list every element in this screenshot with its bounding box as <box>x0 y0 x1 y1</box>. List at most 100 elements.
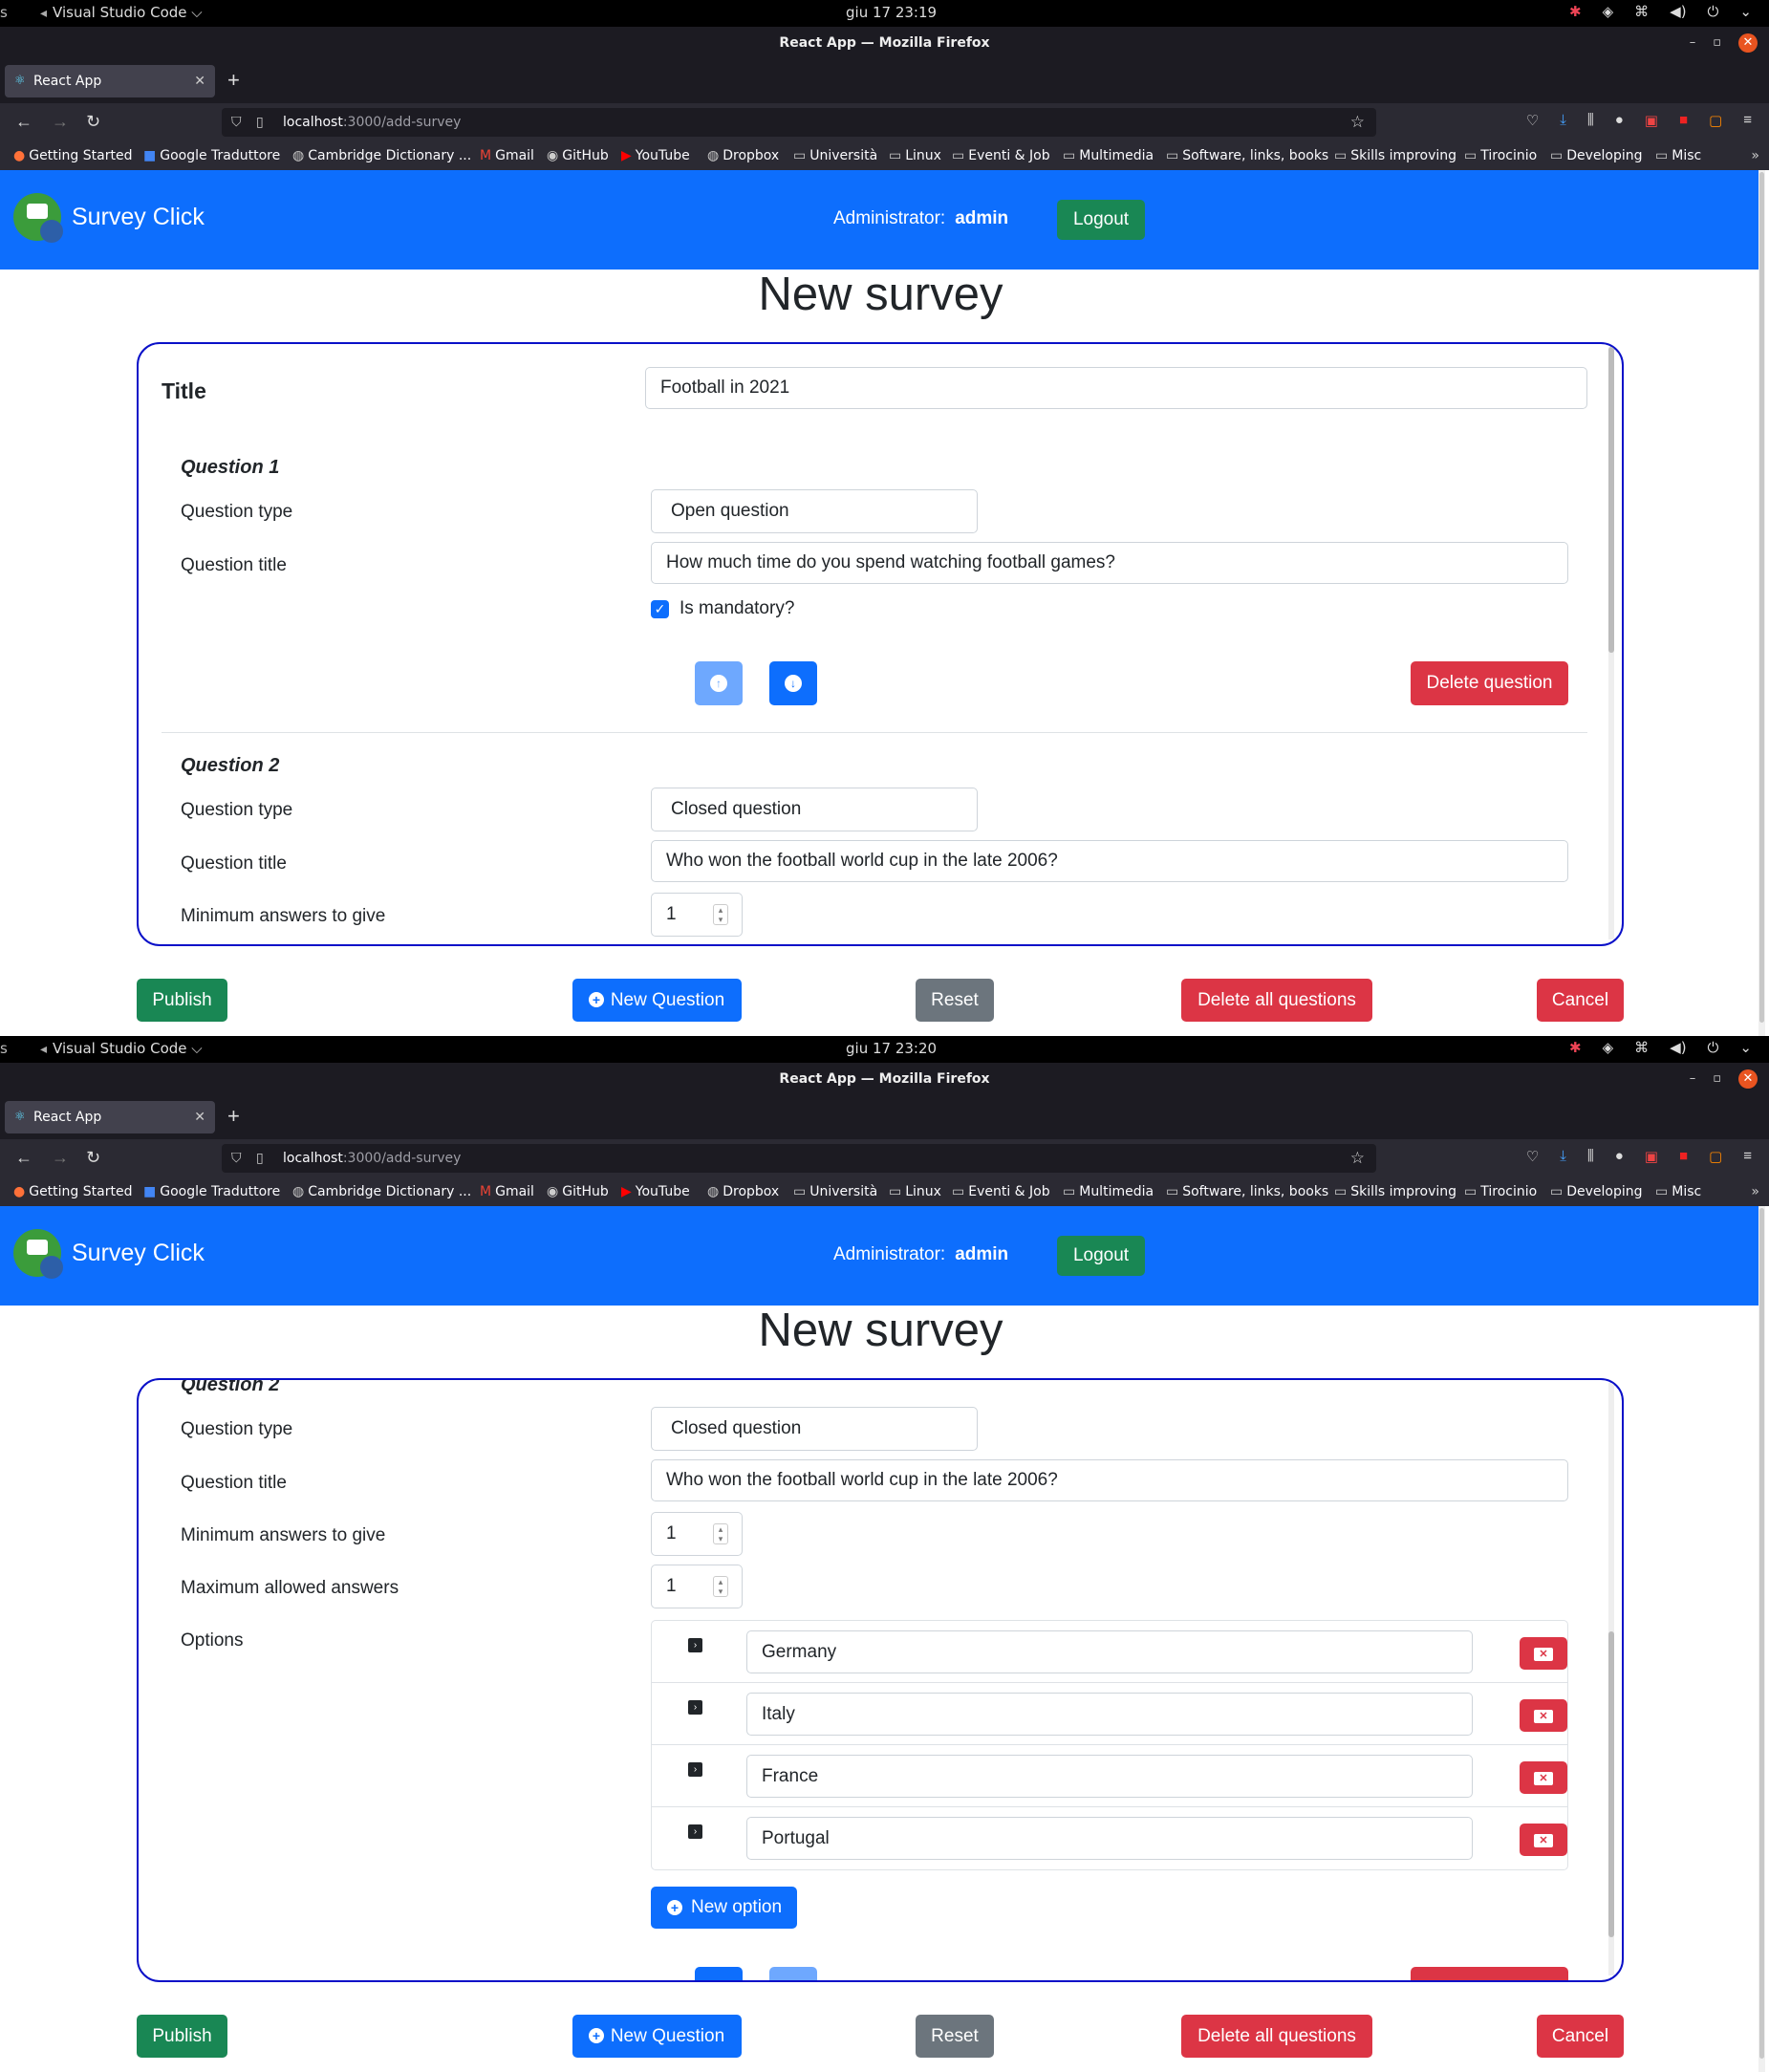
bookmark-folder[interactable]: ▭ Multimedia <box>1063 1177 1154 1206</box>
bookmark-folder[interactable]: ▭ Developing <box>1550 141 1643 170</box>
extension-icon[interactable]: ▣ <box>1645 112 1658 129</box>
bookmark-folder[interactable]: ▭ Misc <box>1655 1177 1701 1206</box>
move-down-button[interactable] <box>769 1967 817 1980</box>
bookmark-star-icon[interactable]: ☆ <box>1350 108 1365 137</box>
brand-name[interactable]: Survey Click <box>72 204 205 231</box>
url-bar[interactable]: ⛉ ▯ localhost:3000/add-survey ☆ <box>222 1144 1376 1173</box>
bookmark-folder[interactable]: ▭ Software, links, books <box>1166 141 1328 170</box>
new-tab-icon[interactable]: + <box>227 1105 240 1128</box>
bookmark-folder[interactable]: ▭ Eventi & Job <box>952 1177 1050 1206</box>
bookmark-item[interactable]: ◍ Dropbox <box>707 1177 779 1206</box>
bookmark-item[interactable]: ■ Google Traduttore <box>143 141 280 170</box>
bookmark-item[interactable]: ▶ YouTube <box>621 1177 690 1206</box>
card-scrollbar-thumb[interactable] <box>1608 1631 1614 1937</box>
bookmark-folder[interactable]: ▭ Software, links, books <box>1166 1177 1328 1206</box>
reset-button[interactable]: Reset <box>916 2015 994 2058</box>
restore-icon[interactable]: ▫ <box>1713 1069 1721 1089</box>
survey-title-input[interactable]: Football in 2021 <box>645 367 1587 409</box>
system-tray[interactable]: ✱ ◈ ⌘ ◀) ⏻ ⌄ <box>1569 1039 1752 1056</box>
logout-button[interactable]: Logout <box>1057 1236 1145 1276</box>
chevron-down-icon[interactable]: ⌄ <box>1739 3 1752 20</box>
logout-button[interactable]: Logout <box>1057 200 1145 240</box>
volume-icon[interactable]: ◀) <box>1670 1039 1686 1056</box>
q2-max-input[interactable]: 1 ▴ ▾ <box>651 1565 743 1608</box>
bookmark-folder[interactable]: ▭ Tirocinio <box>1464 141 1537 170</box>
bookmark-item[interactable]: ● Getting Started <box>13 141 132 170</box>
q2-min-input[interactable]: 1 ▴ ▾ <box>651 893 743 937</box>
bookmarks-overflow-icon[interactable]: » <box>1751 1177 1759 1206</box>
option-input[interactable]: Portugal <box>746 1817 1473 1860</box>
bookmark-item[interactable]: ◉ GitHub <box>547 1177 609 1206</box>
bookmark-item[interactable]: ■ Google Traduttore <box>143 1177 280 1206</box>
bookmark-item[interactable]: M Gmail <box>480 1177 534 1206</box>
pocket-icon[interactable]: ♡ <box>1526 1148 1539 1165</box>
account-icon[interactable]: ● <box>1615 1148 1624 1165</box>
power-icon[interactable]: ⏻ <box>1708 3 1719 20</box>
bookmark-folder[interactable]: ▭ Tirocinio <box>1464 1177 1537 1206</box>
delete-option-button[interactable]: ✕ <box>1520 1761 1567 1794</box>
q1-type-select[interactable]: Open question <box>651 489 978 533</box>
bookmark-folder[interactable]: ▭ Università <box>793 141 877 170</box>
publish-button[interactable]: Publish <box>137 979 227 1022</box>
slack-icon[interactable]: ✱ <box>1569 3 1582 20</box>
slack-icon[interactable]: ✱ <box>1569 1039 1582 1056</box>
bookmark-folder[interactable]: ▭ Multimedia <box>1063 141 1154 170</box>
active-app-menu[interactable]: ◂ Visual Studio Code ⌵ <box>40 1040 203 1057</box>
power-icon[interactable]: ⏻ <box>1708 1039 1719 1056</box>
bookmark-item[interactable]: ▶ YouTube <box>621 141 690 170</box>
q2-type-select[interactable]: Closed question <box>651 1407 978 1451</box>
lock-extension-icon[interactable]: ■ <box>1679 112 1688 129</box>
close-window-icon[interactable]: ✕ <box>1738 1069 1758 1089</box>
card-scrollbar-thumb[interactable] <box>1608 347 1614 653</box>
download-icon[interactable]: ⤓ <box>1560 1148 1566 1165</box>
addon-icon[interactable]: ▢ <box>1709 112 1722 129</box>
q1-title-input[interactable]: How much time do you spend watching foot… <box>651 542 1568 584</box>
system-tray[interactable]: ✱ ◈ ⌘ ◀) ⏻ ⌄ <box>1569 3 1752 20</box>
minimize-icon[interactable]: – <box>1690 1069 1696 1089</box>
bookmark-item[interactable]: ◍ Cambridge Dictionary ... <box>292 1177 471 1206</box>
shield-icon[interactable]: ⛉ <box>231 1144 242 1173</box>
delete-option-button[interactable]: ✕ <box>1520 1637 1567 1670</box>
delete-all-questions-button[interactable]: Delete all questions <box>1181 979 1372 1022</box>
close-window-icon[interactable]: ✕ <box>1738 33 1758 53</box>
cancel-button[interactable]: Cancel <box>1537 2015 1624 2058</box>
browser-tab[interactable]: ⚛ React App ✕ <box>5 1101 215 1133</box>
lock-extension-icon[interactable]: ■ <box>1679 1148 1688 1165</box>
dropbox-icon[interactable]: ◈ <box>1603 1039 1614 1056</box>
addon-icon[interactable]: ▢ <box>1709 1148 1722 1165</box>
bookmark-folder[interactable]: ▭ Misc <box>1655 141 1701 170</box>
option-input[interactable]: France <box>746 1755 1473 1798</box>
forward-icon[interactable]: → <box>52 1147 69 1168</box>
library-icon[interactable]: ⫼ <box>1587 112 1594 129</box>
delete-all-questions-button[interactable]: Delete all questions <box>1181 2015 1372 2058</box>
cancel-button[interactable]: Cancel <box>1537 979 1624 1022</box>
card-scrollbar[interactable] <box>1608 347 1614 939</box>
delete-question-button[interactable]: Delete question <box>1411 661 1568 705</box>
card-scrollbar[interactable] <box>1608 1383 1614 1975</box>
app-logo[interactable] <box>13 1229 63 1279</box>
brand-name[interactable]: Survey Click <box>72 1240 205 1267</box>
spinner-icon[interactable]: ▴ ▾ <box>713 904 728 925</box>
bookmark-folder[interactable]: ▭ Linux <box>889 1177 941 1206</box>
option-input[interactable]: Germany <box>746 1630 1473 1673</box>
delete-option-button[interactable]: ✕ <box>1520 1699 1567 1732</box>
chevron-down-icon[interactable]: ⌄ <box>1739 1039 1752 1056</box>
library-icon[interactable]: ⫼ <box>1587 1148 1594 1165</box>
network-icon[interactable]: ⌘ <box>1634 3 1649 20</box>
network-icon[interactable]: ⌘ <box>1634 1039 1649 1056</box>
url-bar[interactable]: ⛉ ▯ localhost:3000/add-survey ☆ <box>222 108 1376 137</box>
forward-icon[interactable]: → <box>52 111 69 132</box>
new-option-button[interactable]: + New option <box>651 1887 798 1929</box>
download-icon[interactable]: ⤓ <box>1560 112 1566 129</box>
shield-icon[interactable]: ⛉ <box>231 108 242 137</box>
reset-button[interactable]: Reset <box>916 979 994 1022</box>
close-tab-icon[interactable]: ✕ <box>194 1101 205 1133</box>
extension-icon[interactable]: ▣ <box>1645 1148 1658 1165</box>
menu-icon[interactable]: ≡ <box>1743 112 1752 129</box>
bookmark-star-icon[interactable]: ☆ <box>1350 1144 1365 1173</box>
active-app-menu[interactable]: ◂ Visual Studio Code ⌵ <box>40 4 203 21</box>
new-question-button[interactable]: + New Question <box>572 2015 742 2058</box>
back-icon[interactable]: ← <box>15 1147 32 1168</box>
move-down-button[interactable]: ↓ <box>769 661 817 705</box>
bookmarks-overflow-icon[interactable]: » <box>1751 141 1759 170</box>
